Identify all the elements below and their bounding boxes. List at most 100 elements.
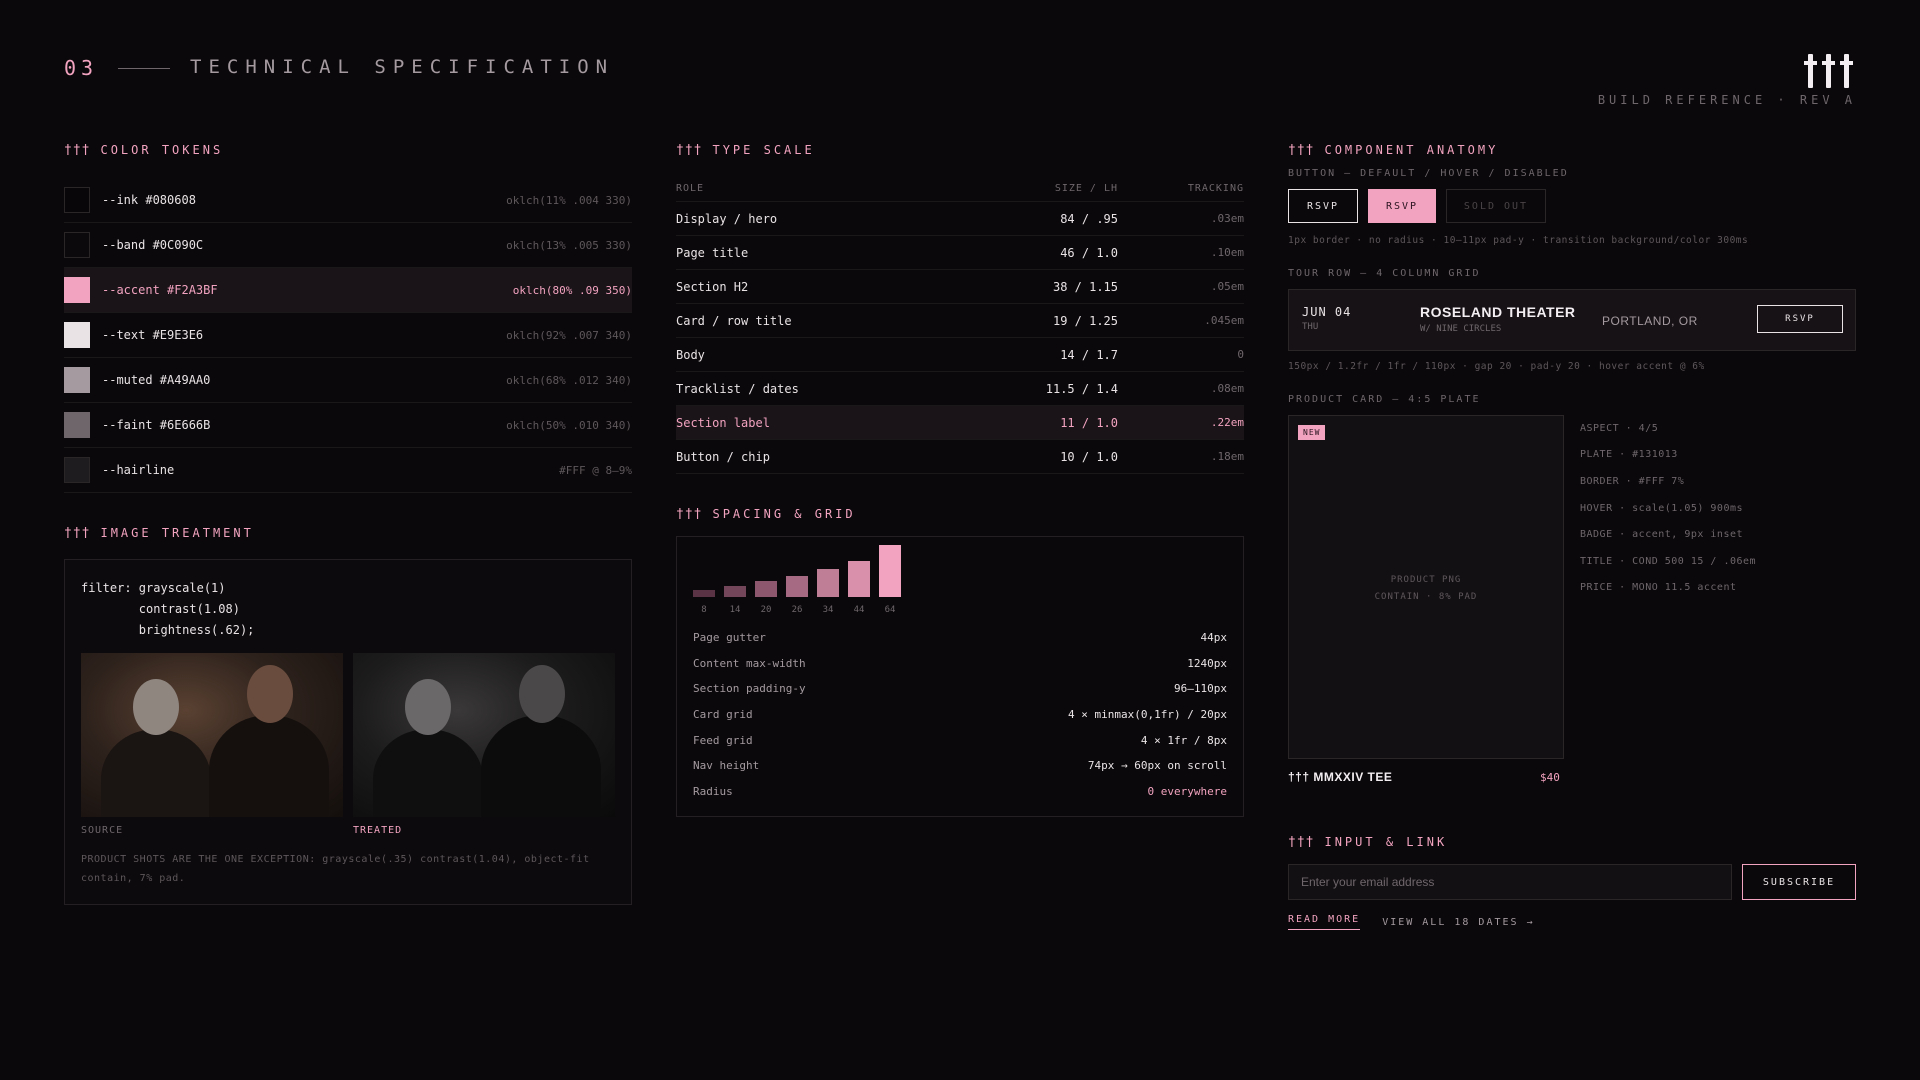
color-swatch: [64, 367, 90, 393]
treated-label: TREATED: [353, 825, 403, 836]
sold-out-button-disabled: SOLD OUT: [1446, 189, 1546, 223]
product-card-label: PRODUCT CARD — 4:5 PLATE: [1288, 394, 1481, 405]
spacing-bar: [879, 545, 901, 597]
source-label: SOURCE: [81, 825, 124, 836]
spacing-list: Page gutter 44px Content max-width 1240px …: [693, 625, 1227, 804]
tour-venue: ROSELAND THEATER: [1420, 304, 1576, 320]
type-scale-table: Display / hero 84 / .95.03em Page title 46…: [676, 202, 1244, 474]
table-row: Display / hero 84 / .95.03em: [676, 202, 1244, 236]
color-swatch: [64, 232, 90, 258]
product-title[interactable]: ††† MMXXIV TEE: [1288, 770, 1392, 784]
button-states-label: BUTTON — DEFAULT / HOVER / DISABLED: [1288, 168, 1569, 179]
token-row-hairline: --hairline #FFF @ 8–9%: [64, 448, 632, 493]
dagger-glyph: †††: [676, 506, 703, 522]
spacing-bar: [693, 590, 715, 597]
color-swatch: [64, 322, 90, 348]
read-more-link[interactable]: READ MORE: [1288, 914, 1361, 930]
spacing-bar: [848, 561, 870, 597]
product-card: NEW PRODUCT PNG CONTAIN · 8% PAD ††† MMX…: [1288, 415, 1856, 810]
product-plate[interactable]: NEW PRODUCT PNG CONTAIN · 8% PAD: [1288, 415, 1564, 759]
table-row: Section label 11 / 1.0.22em: [676, 406, 1244, 440]
column-right: ††† COMPONENT ANATOMY BUTTON — DEFAULT /…: [1288, 140, 1856, 930]
rsvp-button-hover[interactable]: RSVP: [1368, 189, 1436, 223]
token-row-text: --text #E9E3E6 oklch(92% .007 340): [64, 313, 632, 358]
color-swatch: [64, 187, 90, 213]
tour-day: THU: [1302, 322, 1319, 332]
header-rule: [118, 68, 170, 69]
table-row: Body 14 / 1.7 0: [676, 338, 1244, 372]
color-tokens-heading: ††† COLOR TOKENS: [64, 142, 224, 158]
spacing-bar: [755, 581, 777, 597]
tour-date: JUN 04: [1302, 305, 1352, 319]
button-states: RSVP RSVP SOLD OUT: [1288, 189, 1856, 223]
image-treatment-panel: filter: grayscale(1) contrast(1.08) brig…: [64, 559, 632, 905]
spacing-scale-bars: [693, 545, 1227, 597]
tour-support: W/ NINE CIRCLES: [1420, 324, 1502, 334]
spacing-bar-label: 26: [791, 605, 803, 615]
token-row-muted: --muted #A49AA0 oklch(68% .012 340): [64, 358, 632, 403]
table-row: Card / row title 19 / 1.25.045em: [676, 304, 1244, 338]
type-scale-header: ROLE SIZE / LH TRACKING: [676, 176, 1244, 202]
build-reference: BUILD REFERENCE · REV A: [1597, 93, 1856, 107]
list-item: Nav height 74px → 60px on scroll: [693, 759, 1227, 773]
subscribe-form: SUBSCRIBE: [1288, 864, 1856, 900]
table-row: Button / chip 10 / 1.0.18em: [676, 440, 1244, 474]
dagger-glyph: †††: [1288, 142, 1315, 158]
token-row-ink: --ink #080608 oklch(11% .004 330): [64, 178, 632, 223]
source-photo: [81, 653, 343, 817]
spacing-bar-label: 8: [701, 605, 707, 615]
table-row: Section H2 38 / 1.15.05em: [676, 270, 1244, 304]
color-swatch: [64, 277, 90, 303]
treated-photo: [353, 653, 615, 817]
input-link-heading: ††† INPUT & LINK: [1288, 834, 1448, 850]
dagger-glyph: †††: [676, 142, 703, 158]
photo-comparison: [81, 653, 615, 817]
dagger-glyph: †††: [64, 525, 91, 541]
token-row-accent: --accent #F2A3BF oklch(80% .09 350): [64, 268, 632, 313]
list-item: Radius 0 everywhere: [693, 784, 1227, 798]
spacing-grid-heading: ††† SPACING & GRID: [676, 506, 856, 522]
view-all-dates-link[interactable]: VIEW ALL 18 DATES →: [1382, 917, 1534, 928]
list-item: Content max-width 1240px: [693, 656, 1227, 670]
tour-note: 150px / 1.2fr / 1fr / 110px · gap 20 · p…: [1288, 361, 1705, 372]
button-note: 1px border · no radius · 10–11px pad-y ·…: [1288, 235, 1749, 246]
list-item: Feed grid 4 × 1fr / 8px: [693, 733, 1227, 747]
token-row-faint: --faint #6E666B oklch(50% .010 340): [64, 403, 632, 448]
list-item: Card grid 4 × minmax(0,1fr) / 20px: [693, 708, 1227, 722]
new-badge: NEW: [1298, 425, 1326, 440]
product-card-specs: ASPECT · 4/5 PLATE · #131013 BORDER · #F…: [1580, 422, 1757, 594]
list-item: Page gutter 44px: [693, 631, 1227, 645]
tour-row[interactable]: JUN 04 THU ROSELAND THEATER W/ NINE CIRC…: [1288, 289, 1856, 351]
color-swatch: [64, 412, 90, 438]
image-note: PRODUCT SHOTS ARE THE ONE EXCEPTION: gra…: [81, 854, 590, 884]
subscribe-button[interactable]: SUBSCRIBE: [1742, 864, 1856, 900]
filter-code: filter: grayscale(1) contrast(1.08) brig…: [81, 581, 255, 637]
spacing-bar: [786, 576, 808, 597]
spacing-bar-label: 34: [822, 605, 834, 615]
spacing-bar-label: 44: [853, 605, 865, 615]
rsvp-button-default[interactable]: RSVP: [1288, 189, 1358, 223]
photo-labels: SOURCE TREATED: [81, 825, 615, 836]
tour-city: PORTLAND, OR: [1602, 314, 1698, 328]
dagger-glyph: †††: [1288, 834, 1315, 850]
spacing-bar: [817, 569, 839, 597]
tour-rsvp-button[interactable]: RSVP: [1757, 305, 1843, 333]
type-scale-heading: ††† TYPE SCALE: [676, 142, 815, 158]
spacing-bar-label: 64: [884, 605, 896, 615]
color-token-list: --ink #080608 oklch(11% .004 330) --band…: [64, 178, 632, 493]
product-price: $40: [1540, 771, 1560, 784]
spacing-bar-label: 20: [760, 605, 772, 615]
email-field[interactable]: [1288, 864, 1732, 900]
triple-dagger-logo-icon: [1804, 54, 1853, 88]
list-item: Section padding-y 96–110px: [693, 682, 1227, 696]
dagger-glyph: †††: [64, 142, 91, 158]
token-row-band: --band #0C090C oklch(13% .005 330): [64, 223, 632, 268]
spacing-scale-labels: 8 14 20 26 34 44 64: [693, 605, 1227, 615]
table-row: Page title 46 / 1.0.10em: [676, 236, 1244, 270]
page-title: TECHNICAL SPECIFICATION: [190, 56, 615, 78]
color-swatch: [64, 457, 90, 483]
spacing-bar-label: 14: [729, 605, 741, 615]
section-number: 03: [64, 56, 99, 80]
link-examples: READ MORE VIEW ALL 18 DATES →: [1288, 914, 1856, 930]
tour-row-label: TOUR ROW — 4 COLUMN GRID: [1288, 268, 1481, 279]
